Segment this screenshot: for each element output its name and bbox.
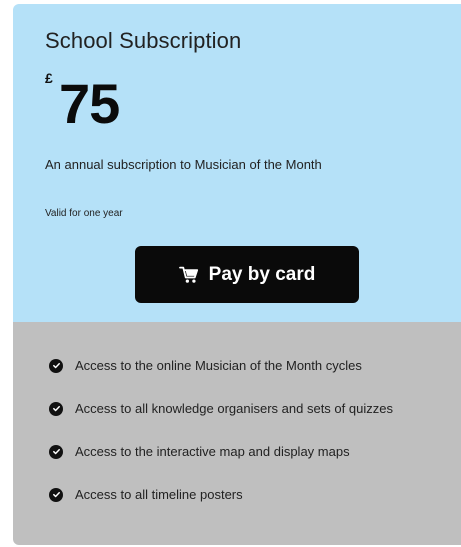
feature-item: Access to the online Musician of the Mon… xyxy=(49,344,393,387)
feature-text: Access to the online Musician of the Mon… xyxy=(75,358,362,373)
check-circle-icon xyxy=(49,358,63,373)
feature-item: Access to all timeline posters xyxy=(49,473,393,516)
check-circle-icon xyxy=(49,444,63,459)
pay-by-card-button[interactable]: Pay by card xyxy=(135,246,359,303)
feature-text: Access to all timeline posters xyxy=(75,487,243,502)
subscription-card: School Subscription £ 75 An annual subsc… xyxy=(13,4,461,545)
cart-icon xyxy=(178,266,198,283)
pay-button-label: Pay by card xyxy=(208,263,316,285)
feature-item: Access to the interactive map and displa… xyxy=(49,430,393,473)
check-circle-icon xyxy=(49,401,63,416)
check-circle-icon xyxy=(49,487,63,502)
feature-text: Access to all knowledge organisers and s… xyxy=(75,401,393,416)
plan-header: School Subscription £ 75 An annual subsc… xyxy=(13,4,461,322)
plan-title: School Subscription xyxy=(45,28,242,53)
plan-description: An annual subscription to Musician of th… xyxy=(45,157,322,172)
plan-validity: Valid for one year xyxy=(45,208,123,219)
feature-item: Access to all knowledge organisers and s… xyxy=(49,387,393,430)
currency-symbol: £ xyxy=(45,70,53,86)
features-panel: Access to the online Musician of the Mon… xyxy=(13,322,461,545)
price-amount: 75 xyxy=(59,72,120,135)
features-list: Access to the online Musician of the Mon… xyxy=(49,344,393,516)
feature-text: Access to the interactive map and displa… xyxy=(75,444,350,459)
